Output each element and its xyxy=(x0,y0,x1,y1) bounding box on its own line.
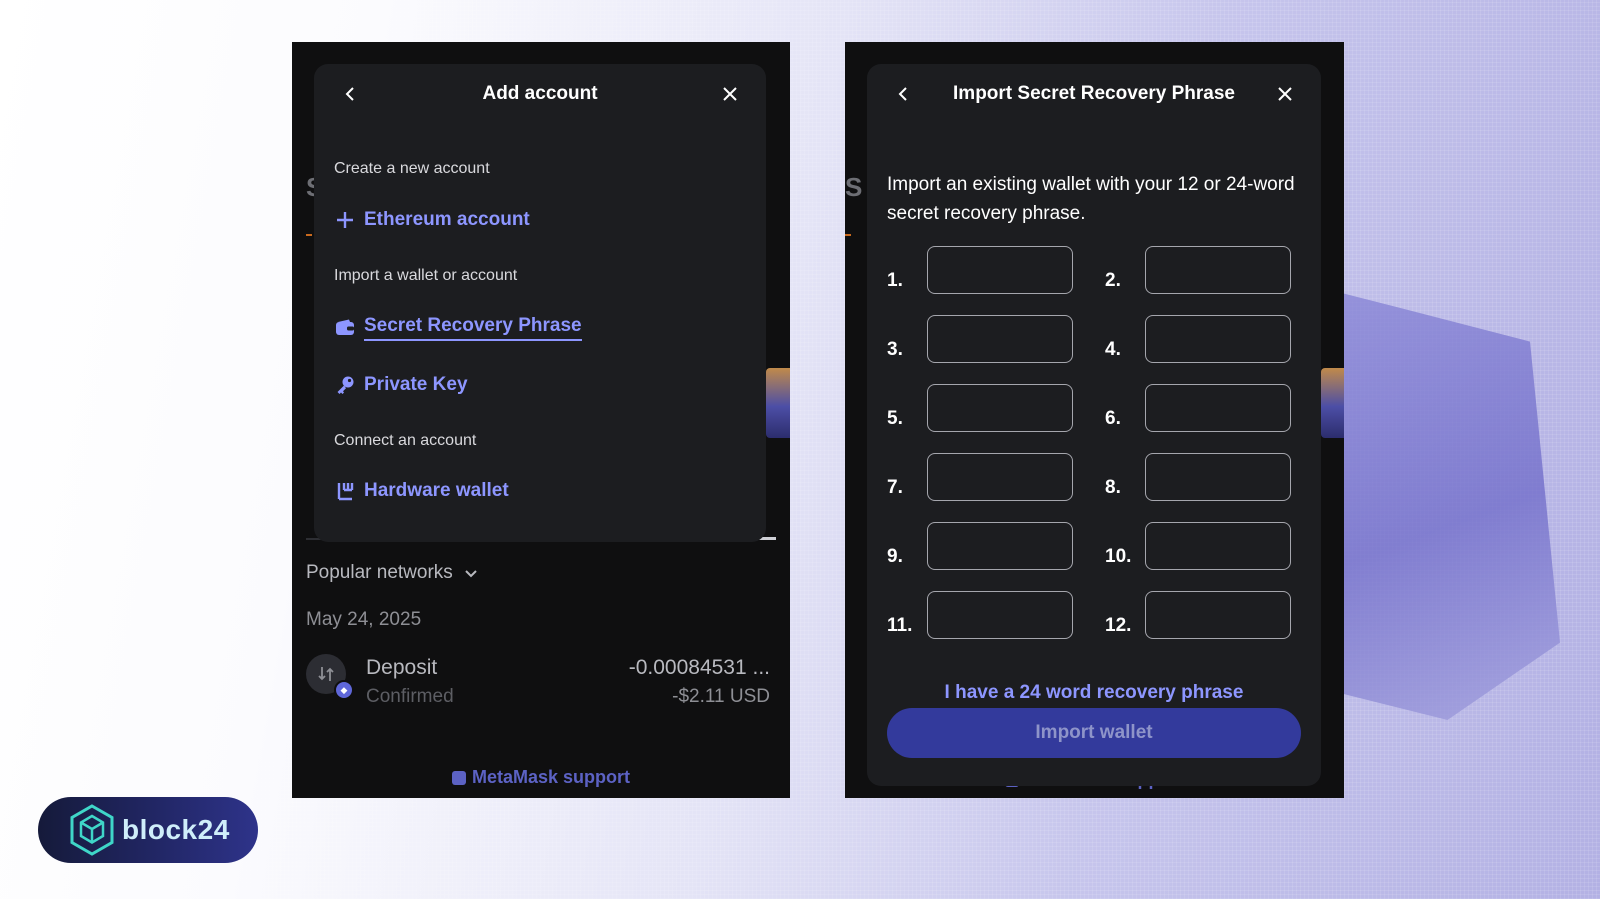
word-number-label: 3. xyxy=(887,339,903,360)
popular-networks-label: Popular networks xyxy=(306,562,453,583)
word-number-label: 9. xyxy=(887,546,903,567)
word-row: 7. 8. xyxy=(887,453,1297,503)
word-row: 1. 2. xyxy=(887,246,1297,296)
word-number-label: 2. xyxy=(1105,270,1121,291)
srp-word-input-7[interactable] xyxy=(927,453,1073,501)
popular-networks-dropdown[interactable]: Popular networks xyxy=(306,562,479,584)
network-badge-icon: ◆ xyxy=(334,680,354,700)
import-srp-modal: Import Secret Recovery Phrase Import an … xyxy=(867,64,1321,786)
transaction-amount: -0.00084531 ... xyxy=(628,656,770,679)
transaction-status: Confirmed xyxy=(366,686,454,707)
close-icon xyxy=(723,87,737,101)
background-accent-line xyxy=(306,234,312,236)
srp-word-input-9[interactable] xyxy=(927,522,1073,570)
word-number-label: 11. xyxy=(887,615,913,636)
import-description: Import an existing wallet with your 12 o… xyxy=(887,174,1295,224)
add-account-modal: Add account Create a new account Ethereu… xyxy=(314,64,766,542)
logo-text: block24 xyxy=(122,814,230,845)
srp-word-input-3[interactable] xyxy=(927,315,1073,363)
word-number-label: 10. xyxy=(1105,546,1132,567)
word-number-label: 6. xyxy=(1105,408,1121,429)
srp-word-input-8[interactable] xyxy=(1145,453,1291,501)
section-connect-label: Connect an account xyxy=(334,432,477,449)
hardware-wallet-icon xyxy=(334,480,356,502)
decorative-shape xyxy=(1310,290,1560,720)
srp-word-input-4[interactable] xyxy=(1145,315,1291,363)
word-row: 11. 12. xyxy=(887,591,1297,641)
word-row: 9. 10. xyxy=(887,522,1297,572)
transaction-title: Deposit xyxy=(366,656,438,679)
srp-word-input-5[interactable] xyxy=(927,384,1073,432)
add-account-screen: S Popular networks May 24, 2025 ◆ Deposi… xyxy=(292,42,790,798)
modal-title: Import Secret Recovery Phrase xyxy=(953,83,1235,104)
word-number-label: 4. xyxy=(1105,339,1121,360)
nft-thumbnail-peek xyxy=(1321,368,1344,438)
background-accent-line xyxy=(845,234,851,236)
ethereum-account-link[interactable]: Ethereum account xyxy=(334,209,530,231)
import-wallet-button[interactable]: Import wallet xyxy=(887,708,1301,758)
section-create-label: Create a new account xyxy=(334,160,490,177)
cube-logo-icon xyxy=(70,804,114,856)
transaction-fiat: -$2.11 USD xyxy=(672,686,770,707)
support-icon xyxy=(451,770,466,785)
srp-word-input-2[interactable] xyxy=(1145,246,1291,294)
swap-arrows-icon xyxy=(318,667,334,681)
word-number-label: 7. xyxy=(887,477,903,498)
secret-recovery-phrase-label: Secret Recovery Phrase xyxy=(364,315,582,341)
word-number-label: 1. xyxy=(887,270,903,291)
back-button[interactable] xyxy=(891,82,915,106)
srp-word-input-1[interactable] xyxy=(927,246,1073,294)
twenty-four-word-link[interactable]: I have a 24 word recovery phrase xyxy=(867,682,1321,702)
ethereum-account-label: Ethereum account xyxy=(364,209,530,230)
section-import-label: Import a wallet or account xyxy=(334,267,518,284)
transaction-row[interactable]: ◆ Deposit Confirmed -0.00084531 ... -$2.… xyxy=(306,652,776,712)
srp-word-input-10[interactable] xyxy=(1145,522,1291,570)
wallet-icon xyxy=(334,317,356,339)
close-icon xyxy=(1278,87,1292,101)
word-number-label: 5. xyxy=(887,408,903,429)
srp-word-input-12[interactable] xyxy=(1145,591,1291,639)
support-label: MetaMask support xyxy=(471,767,631,787)
transaction-date: May 24, 2025 xyxy=(306,609,422,630)
hardware-wallet-label: Hardware wallet xyxy=(364,480,509,501)
block24-logo: block24 xyxy=(38,797,258,863)
word-row: 3. 4. xyxy=(887,315,1297,365)
srp-word-input-6[interactable] xyxy=(1145,384,1291,432)
hardware-wallet-link[interactable]: Hardware wallet xyxy=(334,480,509,502)
private-key-label: Private Key xyxy=(364,374,468,395)
chevron-left-icon xyxy=(345,87,354,101)
modal-title: Add account xyxy=(482,83,598,104)
close-button[interactable] xyxy=(718,82,742,106)
private-key-link[interactable]: Private Key xyxy=(334,374,468,396)
chevron-left-icon xyxy=(898,87,907,101)
modal-header: Import Secret Recovery Phrase xyxy=(867,64,1321,124)
chevron-down-icon xyxy=(465,570,477,578)
plus-icon xyxy=(334,209,356,231)
key-icon xyxy=(334,374,356,396)
background-edge-glyph: S xyxy=(845,172,863,202)
nft-thumbnail-peek xyxy=(766,368,790,438)
modal-header: Add account xyxy=(314,64,766,124)
word-number-label: 8. xyxy=(1105,477,1121,498)
word-row: 5. 6. xyxy=(887,384,1297,434)
secret-recovery-phrase-link[interactable]: Secret Recovery Phrase xyxy=(334,315,582,341)
back-button[interactable] xyxy=(338,82,362,106)
close-button[interactable] xyxy=(1273,82,1297,106)
import-srp-screen: S MetaMask support Import Secret Recover… xyxy=(845,42,1344,798)
word-number-label: 12. xyxy=(1105,615,1132,636)
metamask-support-link[interactable]: MetaMask support xyxy=(292,767,790,788)
srp-word-input-11[interactable] xyxy=(927,591,1073,639)
